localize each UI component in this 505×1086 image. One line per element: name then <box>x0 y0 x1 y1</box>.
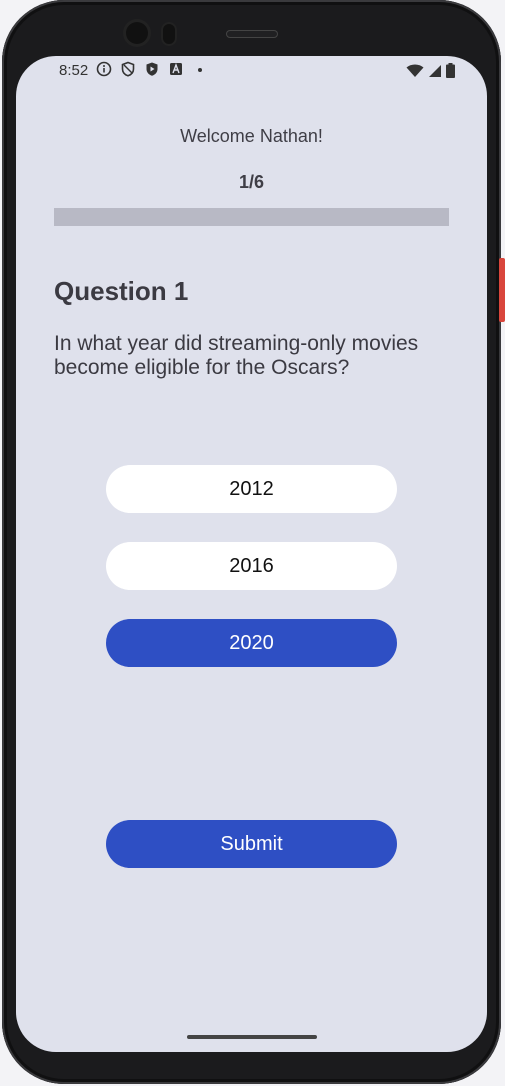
screen: 8:52 Welcome Nathan! 1/6 Question 1 In w… <box>16 56 487 1052</box>
earpiece-speaker <box>226 30 278 38</box>
battery-icon <box>446 63 455 82</box>
front-camera <box>126 22 148 44</box>
side-accent <box>499 258 505 322</box>
signal-icon <box>428 64 442 82</box>
proximity-sensor <box>163 24 175 44</box>
question-text: In what year did streaming-only movies b… <box>54 332 419 379</box>
wifi-icon <box>406 64 424 82</box>
answer-option-2016[interactable]: 2016 <box>106 542 397 590</box>
home-indicator[interactable] <box>187 1035 317 1039</box>
status-left-icons <box>96 61 208 77</box>
answer-option-2020[interactable]: 2020 <box>106 619 397 667</box>
shield-icon <box>120 61 136 77</box>
progress-bar <box>54 208 449 226</box>
answer-option-2012[interactable]: 2012 <box>106 465 397 513</box>
status-right-icons <box>406 63 455 82</box>
status-bar: 8:52 <box>16 56 487 90</box>
dot-icon <box>192 61 208 77</box>
a-icon <box>168 61 184 77</box>
status-time: 8:52 <box>59 62 89 79</box>
welcome-message: Welcome Nathan! <box>180 126 323 146</box>
play-shield-icon <box>144 61 160 77</box>
info-icon <box>96 61 112 77</box>
question-title: Question 1 <box>54 276 189 306</box>
submit-button[interactable]: Submit <box>106 820 397 868</box>
phone-frame: 8:52 Welcome Nathan! 1/6 Question 1 In w… <box>0 0 505 1086</box>
question-counter: 1/6 <box>238 172 265 192</box>
